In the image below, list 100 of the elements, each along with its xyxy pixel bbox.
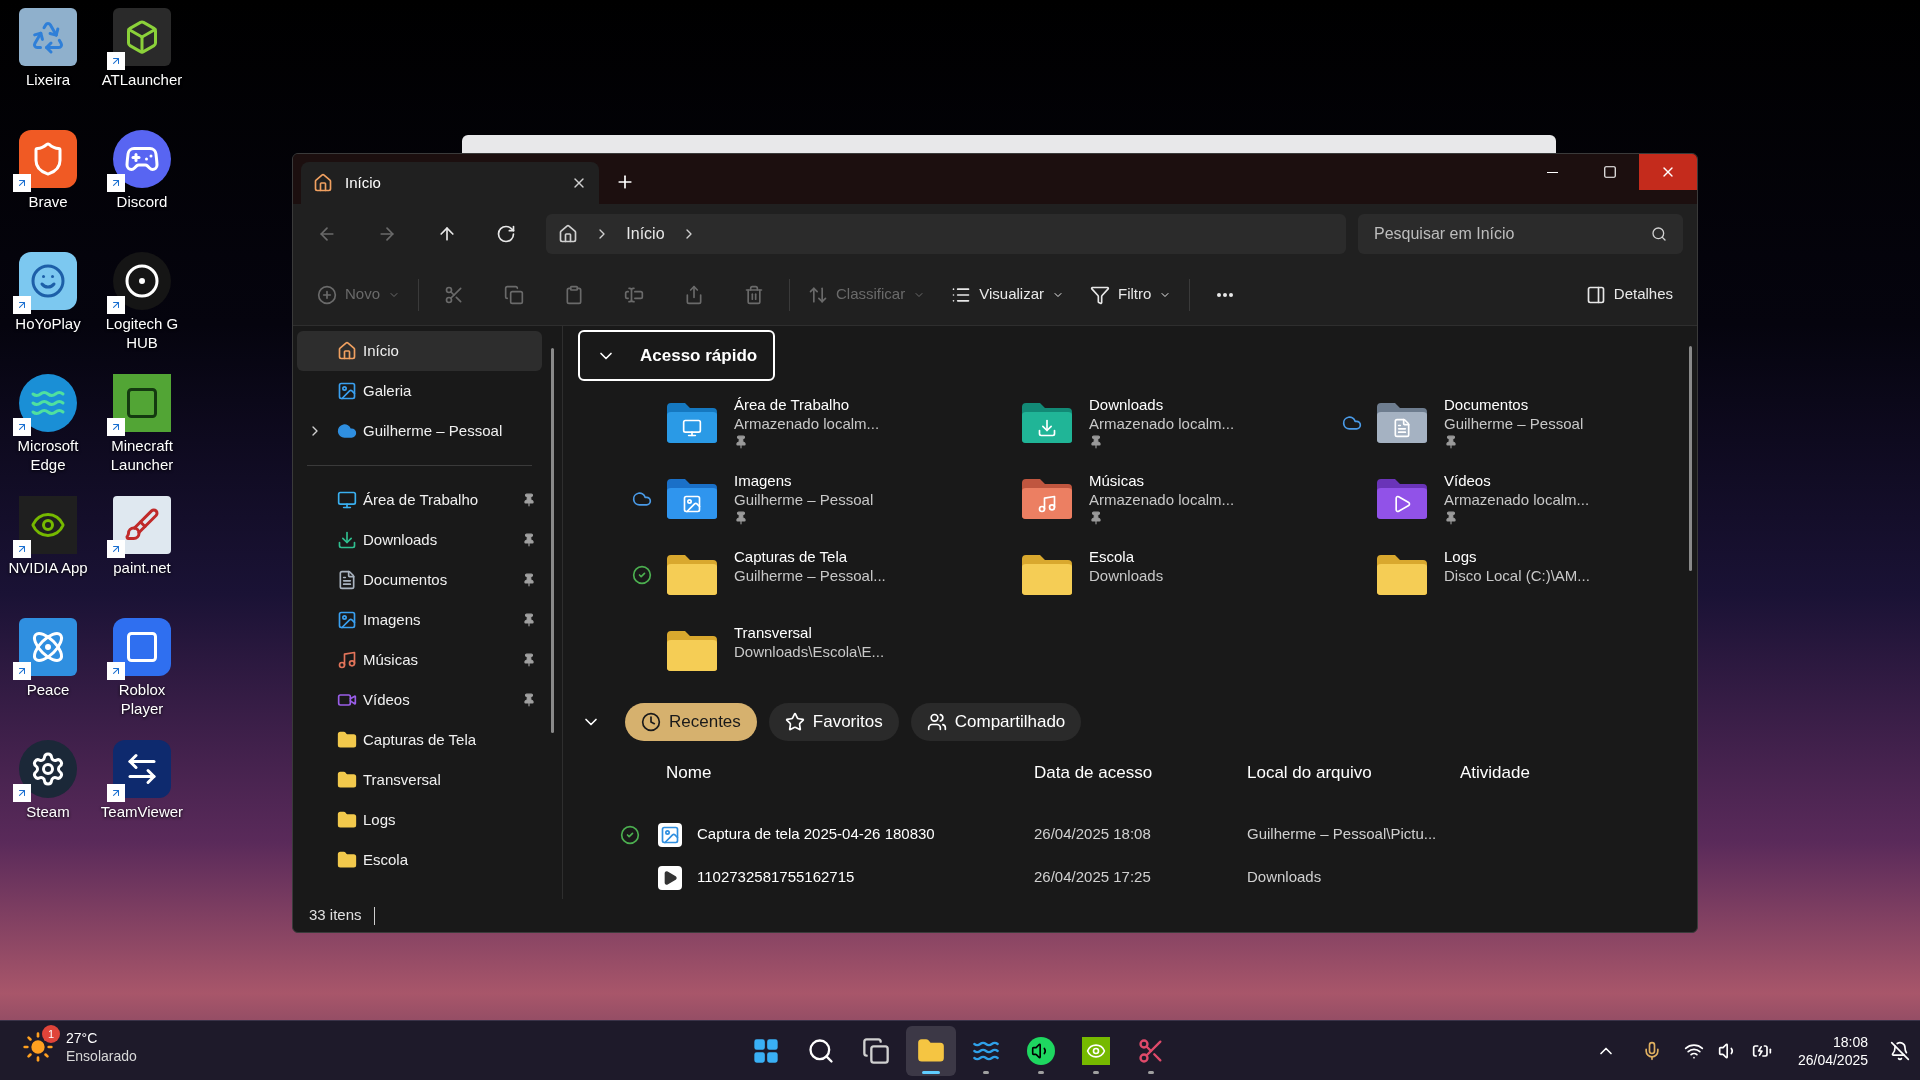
desktop-shortcut[interactable]: NVIDIA App [2,492,94,614]
clock-icon [641,712,661,732]
folder-icon [337,810,357,830]
quick-access-item[interactable]: Logs Disco Local (C:)\AM... [1341,537,1696,613]
desktop-shortcut[interactable]: Peace [2,614,94,736]
navigation-item[interactable]: Capturas de Tela [297,720,542,760]
search-field[interactable]: Pesquisar em Início [1358,214,1683,254]
quick-access-item[interactable]: Transversal Downloads\Escola\E... [631,613,986,689]
navigation-item[interactable]: Escola [297,840,542,880]
folder-location: Guilherme – Pessoal [734,490,874,509]
folder-location: Disco Local (C:)\AM... [1444,566,1590,585]
picture-folder-icon [665,477,719,521]
folder-icon [1020,553,1074,597]
filter-button[interactable]: Filtro [1082,274,1180,315]
breadcrumb[interactable]: Início [626,222,665,246]
smile-icon [19,252,77,310]
paintbrush-icon [113,496,171,554]
quick-access-item[interactable]: Músicas Armazenado localm... [986,461,1341,537]
navigation-item[interactable]: Músicas [297,640,542,680]
maximize-icon [1603,165,1617,179]
desktop-shortcut[interactable]: Logitech G HUB [94,248,190,370]
view-button[interactable]: Visualizar [943,274,1072,315]
desktop-shortcut[interactable]: Roblox Player [94,614,190,736]
copy-icon [504,284,525,305]
filter-chip[interactable]: Favoritos [768,703,899,741]
quick-access-item[interactable]: Downloads Armazenado localm... [986,385,1341,461]
desktop-shortcut[interactable]: ATLauncher [94,4,190,126]
monitor-icon [337,490,357,510]
quick-access-item[interactable]: Escola Downloads [986,537,1341,613]
column-header[interactable]: Local do arquivo [1247,760,1460,786]
folder-location: Guilherme – Pessoal [1444,414,1584,433]
column-header[interactable]: Data de acesso [1034,760,1247,786]
download-icon [337,530,357,550]
navigation-item[interactable]: Galeria [297,371,542,411]
desktop-icon-label: Minecraft Launcher [109,436,175,474]
folder-icon [665,629,719,673]
desktop-shortcut[interactable]: paint.net [94,492,190,614]
desktop-shortcut[interactable]: Minecraft Launcher [94,370,190,492]
wifi-icon[interactable] [1683,1041,1704,1061]
music-note-icon [337,650,357,670]
tab[interactable]: Início [301,162,599,204]
folder-name: Logs [1444,547,1478,566]
desktop-icon-label: Lixeira [24,70,72,89]
folder-name: Vídeos [1444,471,1492,490]
taskbar-app-button[interactable] [906,1026,956,1076]
clock[interactable]: 18:08 26/04/2025 [1797,1033,1868,1069]
navigation-item[interactable]: Imagens [297,600,542,640]
desktop-icon-label: Brave [27,192,69,211]
navigation-item[interactable]: Vídeos [297,680,542,720]
desktop-shortcut[interactable]: HoYoPlay [2,248,94,370]
star-icon [784,712,805,732]
file-location: Guilherme – Pessoal\Pictu... [1247,824,1438,845]
address-bar[interactable]: Início [546,214,1346,254]
desktop-shortcut[interactable]: TeamViewer [94,736,190,858]
desktop-icon-label: Roblox Player [117,680,167,718]
search-icon [1651,226,1667,242]
folder-location: Downloads [1089,566,1164,585]
file-row[interactable]: Captura de tela 2025-04-26 180830 26/04/2025 18:08 Guilherme – Pessoal\Pictu... [578,813,1697,856]
notification-bell-icon[interactable] [1890,1041,1910,1061]
scrollbar[interactable] [551,348,554,733]
temperature: 27°C [66,1029,99,1047]
desktop-shortcut[interactable]: Steam [2,736,94,858]
minimize-icon [1546,171,1558,173]
column-header[interactable]: Nome [666,760,1034,786]
folder-icon [337,850,357,870]
quick-access-item[interactable]: Área de Trabalho Armazenado localm... [631,385,986,461]
navigation-item[interactable]: Início [297,331,542,371]
wave-icon [19,374,77,432]
quick-access-item[interactable]: Vídeos Armazenado localm... [1341,461,1696,537]
folder-name: Downloads [1089,395,1165,414]
quick-access-item[interactable]: Capturas de Tela Guilherme – Pessoal... [631,537,986,613]
delete-icon [744,284,765,305]
desktop-shortcut[interactable]: Lixeira [2,4,94,126]
navigation-item[interactable]: Transversal [297,760,542,800]
desktop-icon-label: Discord [115,192,169,211]
filter-chip[interactable]: Compartilhado [910,703,1082,741]
desktop-shortcut[interactable]: Discord [94,126,190,248]
desktop-icon-label: Logitech G HUB [104,314,180,352]
column-header[interactable]: Atividade [1460,760,1660,786]
folder-location: Downloads\Escola\E... [734,642,885,661]
section-header[interactable]: Acesso rápido [578,330,776,381]
quick-access-item[interactable]: Imagens Guilherme – Pessoal [631,461,986,537]
quick-access-item[interactable]: Documentos Guilherme – Pessoal [1341,385,1696,461]
download-folder-icon [1020,401,1074,445]
navigation-item[interactable]: Downloads [297,520,542,560]
document-icon [337,570,357,590]
filter-chip[interactable]: Recentes [625,703,757,741]
desktop-shortcut[interactable]: Microsoft Edge [2,370,94,492]
folder-icon [337,730,357,750]
navigation-item[interactable]: Documentos [297,560,542,600]
file-row[interactable]: 1102732581755162715 26/04/2025 17:25 Downloads [578,856,1697,899]
desktop-shortcut[interactable]: Brave [2,126,94,248]
scrollbar[interactable] [1689,346,1692,571]
details-button[interactable]: Detalhes [1577,274,1681,315]
house-icon [558,224,579,244]
navigation-item[interactable]: Guilherme – Pessoal [297,411,542,451]
navigation-item[interactable]: Logs [297,800,542,840]
navigation-item[interactable]: Área de Trabalho [297,480,542,520]
running-indicator [922,1071,940,1074]
sun-icon [22,1031,54,1063]
